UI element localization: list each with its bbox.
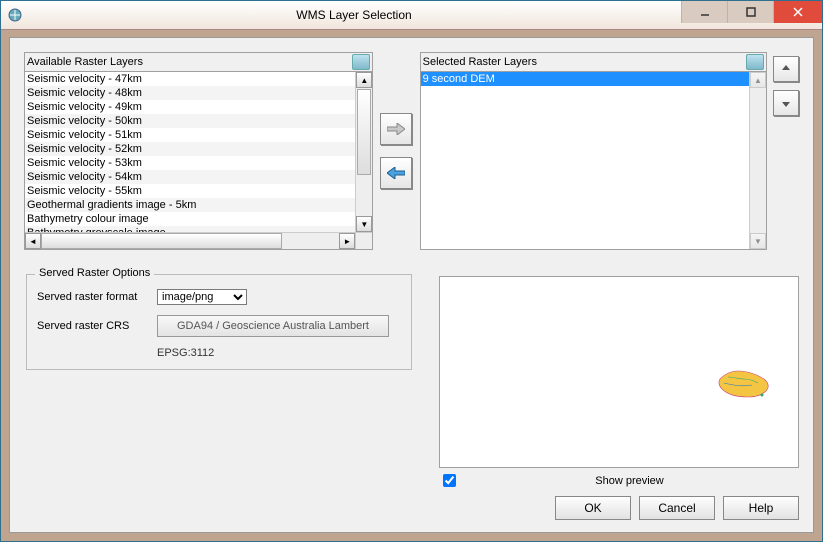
- dialog-body: Available Raster Layers Seismic velocity…: [9, 37, 814, 533]
- close-button[interactable]: [773, 1, 822, 23]
- app-icon: [7, 7, 23, 23]
- scroll-down-icon[interactable]: ▼: [356, 216, 372, 232]
- list-item[interactable]: Seismic velocity - 50km: [25, 114, 355, 128]
- dialog-buttons: OK Cancel Help: [547, 496, 799, 520]
- preview-image: [716, 365, 772, 401]
- options-legend: Served Raster Options: [35, 267, 154, 279]
- available-header: Available Raster Layers: [25, 53, 372, 72]
- list-item[interactable]: 9 second DEM: [421, 72, 749, 86]
- move-down-button[interactable]: [773, 90, 799, 116]
- ok-button[interactable]: OK: [555, 496, 631, 520]
- available-hscroll[interactable]: ◄ ►: [25, 232, 372, 249]
- list-item[interactable]: Seismic velocity - 55km: [25, 184, 355, 198]
- scroll-down-icon: ▼: [750, 233, 766, 249]
- hscroll-thumb[interactable]: [41, 233, 282, 249]
- list-item[interactable]: Geothermal gradients image - 5km: [25, 198, 355, 212]
- selected-header-label: Selected Raster Layers: [423, 56, 746, 68]
- layers-icon[interactable]: [746, 54, 764, 70]
- scroll-up-icon: ▲: [750, 72, 766, 88]
- help-button[interactable]: Help: [723, 496, 799, 520]
- served-raster-options: Served Raster Options Served raster form…: [26, 274, 412, 370]
- list-item[interactable]: Seismic velocity - 54km: [25, 170, 355, 184]
- show-preview-label: Show preview: [460, 475, 799, 487]
- layers-icon[interactable]: [352, 54, 370, 70]
- list-item[interactable]: Seismic velocity - 48km: [25, 86, 355, 100]
- selected-panel: Selected Raster Layers 9 second DEM ▲ ▼: [420, 52, 767, 250]
- available-list[interactable]: Seismic velocity - 47kmSeismic velocity …: [25, 72, 355, 232]
- available-scrollbar[interactable]: ▲ ▼: [355, 72, 372, 232]
- remove-layer-button[interactable]: [380, 157, 412, 189]
- cancel-button[interactable]: Cancel: [639, 496, 715, 520]
- title-bar[interactable]: WMS Layer Selection: [1, 1, 822, 30]
- scroll-left-icon[interactable]: ◄: [25, 233, 41, 249]
- show-preview-row: Show preview: [441, 474, 799, 487]
- maximize-button[interactable]: [727, 1, 773, 23]
- list-item[interactable]: Seismic velocity - 51km: [25, 128, 355, 142]
- minimize-button[interactable]: [681, 1, 727, 23]
- list-item[interactable]: Bathymetry colour image: [25, 212, 355, 226]
- scroll-right-icon[interactable]: ►: [339, 233, 355, 249]
- dialog-window: WMS Layer Selection Available Raster Lay…: [0, 0, 823, 542]
- show-preview-checkbox[interactable]: [443, 474, 456, 487]
- list-item[interactable]: Seismic velocity - 47km: [25, 72, 355, 86]
- scroll-thumb[interactable]: [357, 89, 371, 175]
- format-select[interactable]: image/png: [157, 289, 247, 305]
- layer-columns: Available Raster Layers Seismic velocity…: [24, 52, 799, 250]
- scroll-up-icon[interactable]: ▲: [356, 72, 372, 88]
- selected-list[interactable]: 9 second DEM: [421, 72, 749, 249]
- crs-label: Served raster CRS: [37, 320, 157, 332]
- selected-header: Selected Raster Layers: [421, 53, 766, 72]
- available-header-label: Available Raster Layers: [27, 56, 352, 68]
- epsg-code: EPSG:3112: [157, 347, 401, 359]
- preview-pane: [439, 276, 799, 468]
- crs-button[interactable]: GDA94 / Geoscience Australia Lambert: [157, 315, 389, 337]
- available-panel: Available Raster Layers Seismic velocity…: [24, 52, 373, 250]
- transfer-buttons: [373, 52, 419, 250]
- list-item[interactable]: Seismic velocity - 49km: [25, 100, 355, 114]
- list-item[interactable]: Seismic velocity - 53km: [25, 156, 355, 170]
- list-item[interactable]: Seismic velocity - 52km: [25, 142, 355, 156]
- window-title: WMS Layer Selection: [27, 8, 681, 22]
- format-label: Served raster format: [37, 291, 157, 303]
- selected-scrollbar[interactable]: ▲ ▼: [749, 72, 766, 249]
- add-layer-button[interactable]: [380, 113, 412, 145]
- move-up-button[interactable]: [773, 56, 799, 82]
- window-buttons: [681, 1, 822, 29]
- reorder-buttons: [773, 52, 799, 250]
